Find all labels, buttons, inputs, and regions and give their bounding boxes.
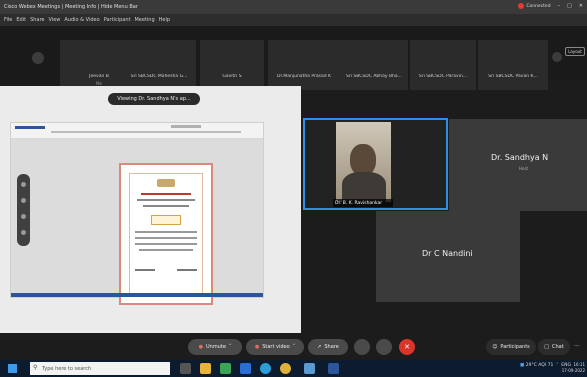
menu-view[interactable]: View: [49, 17, 61, 23]
document-ribbon: [11, 123, 263, 139]
taskbar-search-input[interactable]: ⚲ Type here to search: [30, 362, 170, 375]
participant-thumbnail[interactable]: Sri SBCSDC Paravin...: [410, 40, 476, 90]
title-bar: Cisco Webex Meetings | Meeting Info | Hi…: [0, 0, 587, 14]
menu-participant[interactable]: Participant: [104, 17, 131, 23]
host-label: Host: [519, 166, 529, 171]
share-icon: ↗: [317, 344, 322, 350]
participant-strip: Jeevan B Me Sri SBCSDC Mahesha G... Gavi…: [0, 26, 587, 90]
chevron-down-icon: ˅: [292, 344, 296, 350]
participant-thumbnail[interactable]: Gavitri S: [200, 40, 264, 90]
windows-start-icon[interactable]: [8, 364, 17, 373]
participant-name: Gavitri S: [222, 74, 242, 79]
video-tile-active-speaker[interactable]: Dr. B. K. Ravishankar: [303, 118, 448, 210]
weather-icon: ■: [520, 363, 525, 368]
meeting-controls: ● Unmute ˅ ● Start video ˅ ↗ Share ✕ ☺ P…: [0, 334, 587, 360]
video-tile[interactable]: Dr. Sandhya N Host: [449, 119, 587, 211]
participant-video-feed: [336, 122, 391, 202]
taskbar-clock[interactable]: 16:11 17-09-2022: [562, 362, 585, 374]
menu-meeting[interactable]: Meeting: [134, 17, 154, 23]
document-status-bar: [11, 293, 263, 297]
connection-status[interactable]: Connected: [518, 3, 551, 9]
document-pane: [11, 139, 263, 305]
webex-icon[interactable]: [304, 363, 315, 374]
participants-button[interactable]: ☺ Participants: [486, 339, 536, 355]
reactions-icon[interactable]: [354, 339, 370, 355]
certificate-page: [119, 163, 213, 305]
search-icon: ⚲: [33, 364, 38, 371]
strip-scroll-left-icon[interactable]: [32, 52, 44, 64]
viewing-share-label[interactable]: Viewing Dr. Sandhya N's ap...: [108, 93, 200, 105]
chevron-down-icon: ˅: [228, 344, 232, 350]
annotation-toolbar[interactable]: [17, 174, 30, 246]
windows-taskbar: ⚲ Type here to search ■ 29°C AQI 71 ˄ EN…: [0, 360, 587, 377]
participant-name: Sri SBCSDC Mahesha G...: [130, 74, 188, 79]
word-icon[interactable]: [328, 363, 339, 374]
mail-icon[interactable]: [240, 363, 251, 374]
chat-button[interactable]: □ Chat: [538, 339, 570, 355]
participant-name: Sri SBCSDC Abhay Bha...: [346, 74, 402, 79]
minimize-icon[interactable]: –: [558, 3, 561, 9]
leave-meeting-button[interactable]: ✕: [399, 339, 415, 355]
participant-thumbnail[interactable]: Dr.Manjunatha Prasad K: [268, 40, 340, 90]
restore-icon[interactable]: □: [567, 3, 572, 9]
more-options-icon[interactable]: [376, 339, 392, 355]
task-view-icon[interactable]: [180, 363, 191, 374]
share-button[interactable]: ↗ Share: [308, 339, 348, 355]
participant-name: Sri SBCSDC Pavan K...: [488, 74, 538, 79]
participant-thumbnail[interactable]: Sri SBCSDC Abhay Bha...: [340, 40, 408, 90]
connected-dot-icon: [518, 3, 525, 9]
shared-document-window: [10, 122, 264, 305]
file-explorer-icon[interactable]: [200, 363, 211, 374]
unmute-button[interactable]: ● Unmute ˅: [188, 339, 242, 355]
participant-name: Dr.Manjunatha Prasad K: [277, 74, 331, 79]
menu-help[interactable]: Help: [159, 17, 170, 23]
edge-icon[interactable]: [260, 363, 271, 374]
close-icon[interactable]: ✕: [579, 3, 583, 9]
layout-button[interactable]: Layout: [565, 47, 585, 56]
more-panels-icon[interactable]: ···: [574, 343, 580, 350]
menu-share[interactable]: Share: [30, 17, 44, 23]
start-video-button[interactable]: ● Start video ˅: [246, 339, 304, 355]
participants-icon: ☺: [492, 344, 498, 350]
microphone-muted-icon: ●: [198, 344, 203, 350]
video-tile-name: Dr. Sandhya N: [491, 153, 549, 162]
menu-edit[interactable]: Edit: [16, 17, 26, 23]
window-title: Cisco Webex Meetings | Meeting Info | Hi…: [4, 4, 138, 10]
menu-file[interactable]: File: [4, 17, 12, 23]
video-tile-name: Dr C Nandini: [422, 249, 473, 258]
chat-icon: □: [544, 344, 550, 350]
chrome-icon[interactable]: [280, 363, 291, 374]
window-controls: Connected – □ ✕: [518, 3, 583, 9]
participant-name: Sri SBCSDC Paravin...: [418, 74, 468, 79]
participant-thumbnail[interactable]: Sri SBCSDC Pavan K...: [478, 40, 548, 90]
video-tile[interactable]: Dr C Nandini: [376, 211, 520, 302]
participant-thumbnail[interactable]: Sri SBCSDC Mahesha G...: [122, 40, 196, 90]
strip-scroll-right-icon[interactable]: [552, 52, 562, 62]
app-icon[interactable]: [220, 363, 231, 374]
video-tile-name: Dr. B. K. Ravishankar: [333, 199, 393, 207]
video-off-icon: ●: [254, 344, 260, 350]
menu-bar: File Edit Share View Audio & Video Parti…: [0, 14, 587, 26]
menu-audio-video[interactable]: Audio & Video: [64, 17, 99, 23]
